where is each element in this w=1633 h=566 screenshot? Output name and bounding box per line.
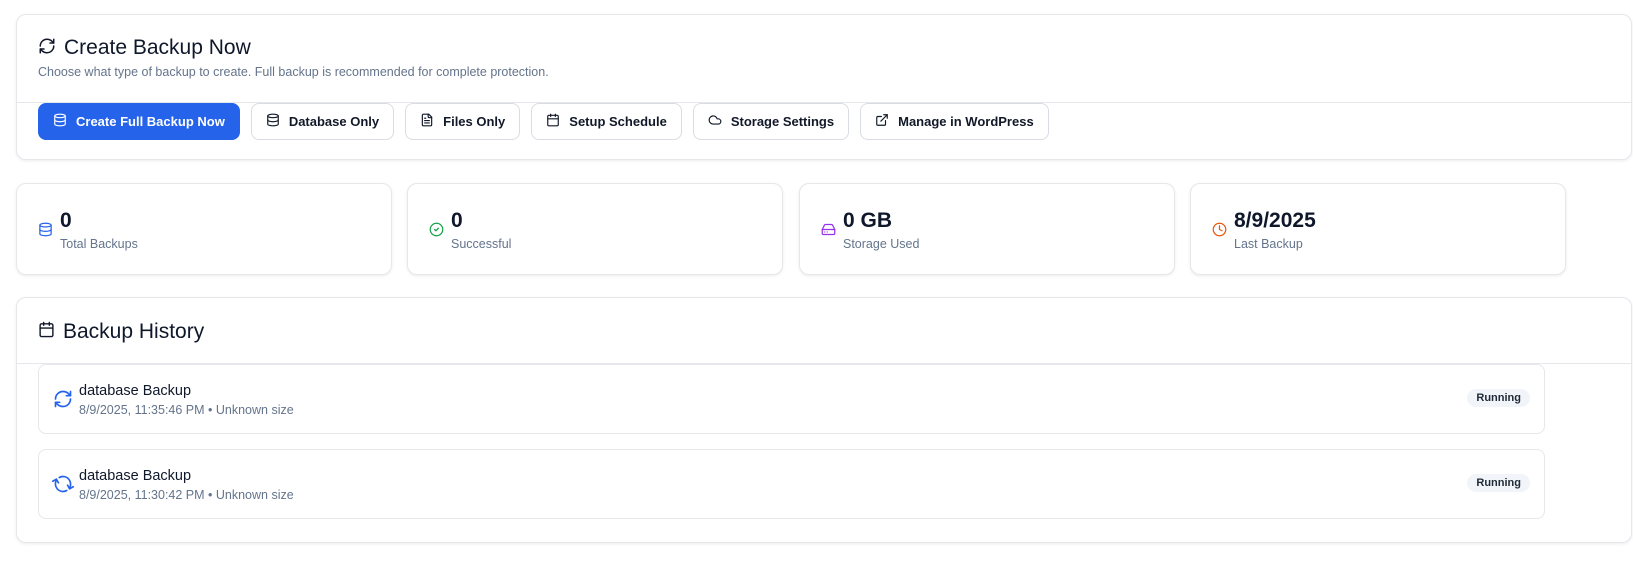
stat-card-successful: 0 Successful — [407, 183, 783, 275]
manage-in-wordpress-label: Manage in WordPress — [898, 114, 1034, 129]
stat-card-last-backup: 8/9/2025 Last Backup — [1190, 183, 1566, 275]
backup-title: database Backup — [79, 468, 192, 484]
clock-icon — [1212, 222, 1227, 237]
files-only-button[interactable]: Files Only — [405, 103, 521, 140]
backup-meta: 8/9/2025, 11:30:42 PM • Unknown size — [79, 488, 294, 502]
refresh-icon — [38, 37, 56, 60]
cloud-icon — [708, 113, 722, 130]
database-icon — [266, 113, 280, 130]
database-only-button[interactable]: Database Only — [250, 103, 395, 140]
stat-value: 0 — [60, 209, 72, 232]
create-backup-header: Create Backup Now — [38, 36, 251, 60]
refresh-icon — [51, 474, 75, 494]
list-item[interactable]: database Backup 8/9/2025, 11:30:42 PM • … — [38, 449, 1545, 519]
create-backup-card: Create Backup Now Choose what type of ba… — [16, 14, 1632, 160]
hard-drive-icon — [821, 222, 836, 237]
create-full-backup-button[interactable]: Create Full Backup Now — [38, 103, 240, 140]
file-text-icon — [420, 113, 434, 130]
stat-label: Last Backup — [1234, 237, 1303, 251]
stat-card-total-backups: 0 Total Backups — [16, 183, 392, 275]
calendar-icon — [546, 113, 560, 130]
list-item[interactable]: database Backup 8/9/2025, 11:35:46 PM • … — [38, 364, 1545, 434]
stat-card-storage-used: 0 GB Storage Used — [799, 183, 1175, 275]
database-icon — [53, 113, 67, 130]
database-only-label: Database Only — [288, 114, 380, 129]
stat-value: 0 — [451, 209, 463, 232]
status-badge: Running — [1467, 474, 1530, 492]
stat-value: 8/9/2025 — [1234, 209, 1316, 232]
stat-label: Storage Used — [843, 237, 920, 251]
status-badge: Running — [1467, 389, 1530, 407]
backup-title: database Backup — [79, 383, 192, 399]
setup-schedule-label: Setup Schedule — [569, 114, 667, 129]
setup-schedule-button[interactable]: Setup Schedule — [531, 103, 682, 140]
backup-meta: 8/9/2025, 11:35:46 PM • Unknown size — [79, 403, 294, 417]
storage-settings-label: Storage Settings — [730, 114, 835, 129]
external-link-icon — [875, 113, 889, 130]
create-backup-subtitle: Choose what type of backup to create. Fu… — [38, 65, 549, 79]
check-circle-icon — [429, 222, 444, 237]
stat-label: Successful — [451, 237, 512, 251]
backup-history-header: Backup History — [38, 320, 204, 344]
backup-history-card: Backup History database Backup 8/9/2025,… — [16, 297, 1632, 543]
backup-history-title: Backup History — [63, 320, 205, 343]
manage-in-wordpress-button[interactable]: Manage in WordPress — [860, 103, 1049, 140]
calendar-icon — [38, 321, 55, 343]
create-full-backup-label: Create Full Backup Now — [76, 114, 225, 129]
stat-label: Total Backups — [60, 237, 138, 251]
create-backup-title: Create Backup Now — [64, 36, 251, 59]
stat-value: 0 GB — [843, 209, 893, 232]
refresh-icon — [53, 389, 73, 409]
database-icon — [38, 222, 53, 237]
files-only-label: Files Only — [443, 114, 506, 129]
backup-actions: Create Full Backup Now Database Only Fil… — [38, 103, 1049, 140]
storage-settings-button[interactable]: Storage Settings — [692, 103, 850, 140]
